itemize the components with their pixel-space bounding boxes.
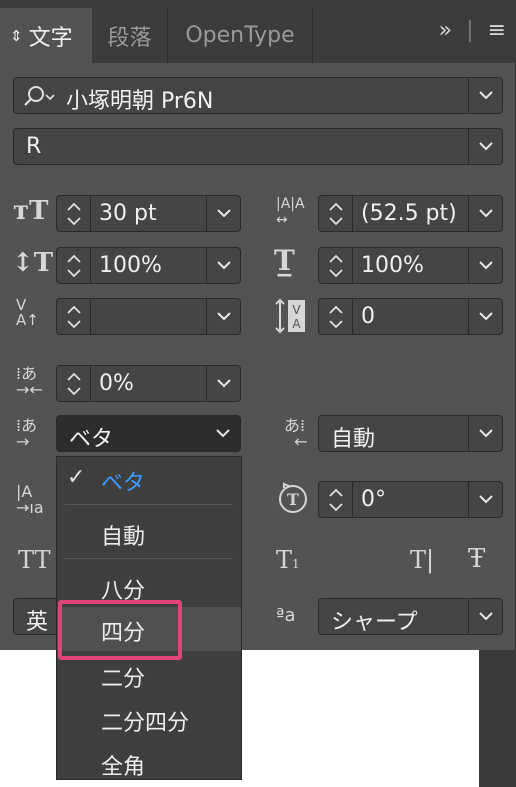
kerning-stepper[interactable] (57, 299, 91, 334)
chevron-down-icon (479, 142, 493, 151)
subscript-icon[interactable]: T1 (276, 546, 300, 574)
highlight-frame (58, 600, 182, 660)
horizontal-scale-field[interactable]: 100% (318, 247, 503, 284)
dropdown-item-beta[interactable]: ✓ ベタ (57, 457, 241, 501)
tsume-field[interactable]: 0% (56, 365, 241, 402)
tsume-dropdown-button[interactable] (206, 366, 240, 401)
dropdown-item-jidou[interactable]: 自動 (57, 511, 241, 555)
tab-character[interactable]: ⇕ 文字 (0, 8, 92, 63)
font-size-value: 30 pt (99, 201, 157, 226)
font-family-value: 小塚明朝 Pr6N (66, 89, 214, 114)
tracking-field[interactable]: 0 (318, 298, 503, 335)
tab-opentype-label: OpenType (185, 23, 295, 48)
tsume-stepper[interactable] (57, 366, 91, 401)
dropdown-item-label: 二分 (101, 667, 146, 692)
antialias-dropdown-button[interactable] (468, 599, 502, 634)
vertical-scale-stepper[interactable] (57, 248, 91, 283)
dropdown-item-label: 全角 (101, 755, 146, 780)
checkmark-icon: ✓ (67, 465, 86, 490)
tsume-icon: ⁞あ →← (16, 364, 43, 399)
font-style-dropdown-button[interactable] (468, 129, 502, 164)
rotation-dropdown-button[interactable] (468, 482, 502, 517)
vertical-scale-icon: ↕T (12, 248, 54, 278)
tracking-icon: VA (274, 298, 308, 338)
aki-right-dropdown-button[interactable] (468, 416, 502, 451)
horizontal-scale-dropdown-button[interactable] (468, 248, 502, 283)
aki-left-icon: ⁞あ → (16, 416, 38, 451)
horizontal-scale-stepper[interactable] (319, 248, 353, 283)
tab-bar: ⇕ 文字 段落 OpenType » | ≡ (0, 0, 516, 63)
svg-text:V: V (292, 303, 301, 317)
horizontal-scale-icon: T̲ (274, 244, 295, 277)
leading-field[interactable]: (52.5 pt) (318, 195, 503, 232)
panel-menu-icon[interactable]: ≡ (488, 18, 506, 43)
tab-bar-controls: » | ≡ (439, 18, 506, 43)
aki-left-dropdown-button[interactable] (206, 416, 240, 451)
rotation-field[interactable]: 0° (318, 481, 503, 518)
horizontal-scale-value: 100% (361, 253, 424, 278)
baseline-shift-icon: |A →ıa (16, 482, 44, 517)
font-size-stepper[interactable] (57, 196, 91, 231)
svg-text:A: A (292, 317, 301, 331)
menu-separator (65, 558, 233, 559)
tab-paragraph-label: 段落 (107, 25, 152, 51)
aki-left-value: ベタ (69, 427, 114, 452)
font-size-field[interactable]: 30 pt (56, 195, 241, 232)
font-size-icon: ᴛT (13, 196, 49, 226)
leading-dropdown-button[interactable] (468, 196, 502, 231)
dropdown-item-label: ベタ (101, 471, 146, 496)
aki-right-dropdown[interactable]: 自動 (318, 415, 503, 452)
tab-character-label: 文字 (28, 25, 73, 51)
rotation-icon: T (276, 482, 310, 520)
strikethrough-icon[interactable]: Ŧ (468, 544, 485, 574)
all-caps-icon[interactable]: TT (18, 546, 50, 574)
vertical-scale-dropdown-button[interactable] (206, 248, 240, 283)
rotation-value: 0° (361, 487, 386, 512)
dropdown-item-zenkaku[interactable]: 全角 (57, 741, 241, 785)
svg-text:T: T (287, 490, 299, 509)
tab-opentype[interactable]: OpenType (168, 8, 313, 63)
font-style-field[interactable]: R (13, 128, 503, 165)
vertical-scale-value: 100% (99, 253, 162, 278)
kerning-icon: V A↑ (16, 296, 39, 329)
tracking-stepper[interactable] (319, 299, 353, 334)
divider: | (466, 18, 474, 43)
kerning-dropdown-button[interactable] (206, 299, 240, 334)
antialias-dropdown[interactable]: シャープ (318, 598, 503, 635)
chevron-down-icon (479, 91, 493, 100)
language-value: 英 (26, 610, 49, 635)
scroll-rail (479, 650, 516, 787)
leading-value: (52.5 pt) (361, 201, 457, 226)
font-family-field[interactable]: 小塚明朝 Pr6N (13, 77, 503, 114)
dropdown-item-label: 二分四分 (101, 711, 190, 736)
tab-paragraph[interactable]: 段落 (92, 8, 168, 63)
expand-icon[interactable]: » (439, 18, 452, 43)
aki-right-icon: あ⁞ ← (284, 416, 308, 451)
menu-separator (65, 504, 233, 505)
dropdown-item-nibu-shibu[interactable]: 二分四分 (57, 697, 241, 741)
font-family-dropdown-button[interactable] (468, 78, 502, 113)
kerning-field[interactable] (56, 298, 241, 335)
underline-icon[interactable]: T| (410, 546, 434, 574)
leading-stepper[interactable] (319, 196, 353, 231)
antialias-icon: ªa (276, 605, 296, 626)
search-icon (22, 85, 56, 111)
tracking-dropdown-button[interactable] (468, 299, 502, 334)
antialias-value: シャープ (331, 610, 418, 635)
font-style-value: R (26, 134, 42, 159)
dropdown-item-label: 自動 (101, 525, 146, 550)
collapse-arrows-icon: ⇕ (10, 26, 23, 45)
aki-left-dropdown[interactable]: ベタ (56, 415, 241, 452)
leading-icon: |A|A ↔ (276, 196, 305, 228)
tsume-value: 0% (99, 371, 134, 396)
aki-right-value: 自動 (331, 427, 376, 452)
rotation-stepper[interactable] (319, 482, 353, 517)
vertical-scale-field[interactable]: 100% (56, 247, 241, 284)
tracking-value: 0 (361, 304, 375, 329)
font-size-dropdown-button[interactable] (206, 196, 240, 231)
